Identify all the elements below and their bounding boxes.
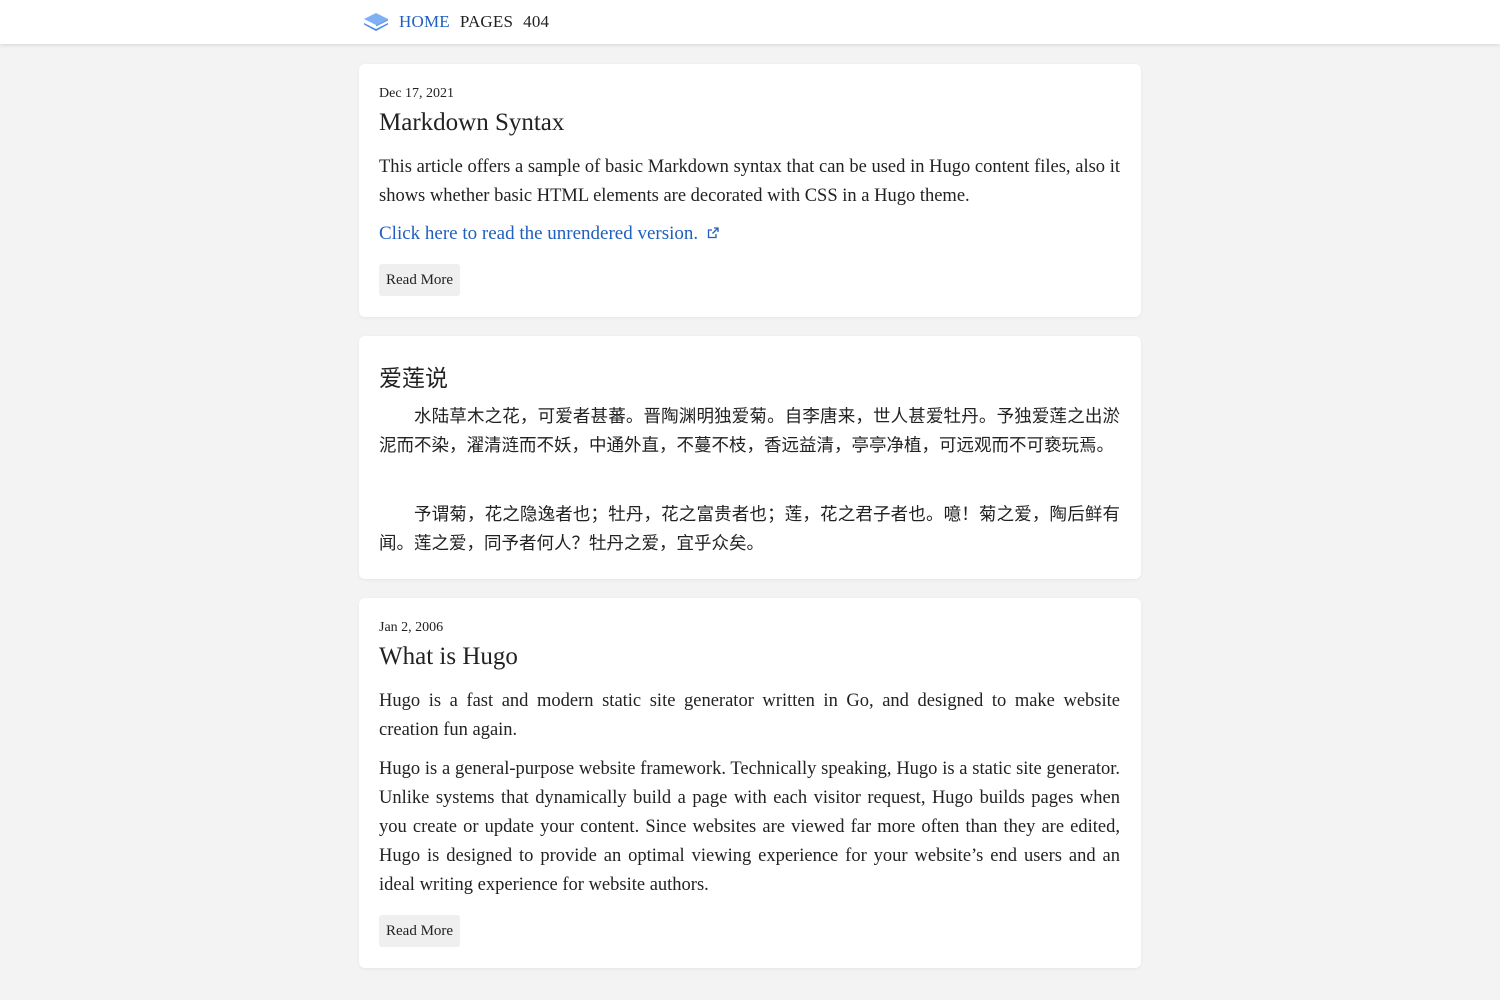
post-paragraph: Hugo is a general-purpose website framew… [379, 759, 1120, 895]
post-title[interactable]: 爱莲说 [379, 359, 448, 393]
unrendered-version-link[interactable]: Click here to read the unrendered versio… [379, 223, 719, 245]
post-paragraph: 予谓菊，花之隐逸者也；牡丹，花之富贵者也；莲，花之君子者也。噫！菊之爱，陶后鲜有… [379, 505, 1120, 554]
post-paragraph: Hugo is a fast and modern static site ge… [379, 691, 1120, 740]
post-date: Dec 17, 2021 [379, 86, 455, 101]
read-more-button[interactable]: Read More [379, 264, 461, 296]
post-card-markdown-syntax: Dec 17, 2021 Markdown Syntax This articl… [359, 64, 1141, 317]
read-more-button[interactable]: Read More [379, 915, 461, 947]
link-text: Click here to read the unrendered versio… [379, 223, 699, 244]
nav-404-link[interactable]: 404 [523, 12, 549, 32]
post-paragraph: 水陆草木之花，可爱者甚蕃。晋陶渊明独爱菊。自李唐来，世人甚爱牡丹。予独爱莲之出淤… [379, 407, 1120, 456]
nav-pages-link[interactable]: PAGES [460, 12, 513, 32]
post-title[interactable]: Markdown Syntax [379, 109, 564, 137]
nav-home-link[interactable]: HOME [399, 12, 450, 32]
post-card-what-is-hugo: Jan 2, 2006 What is Hugo Hugo is a fast … [359, 598, 1141, 968]
navbar-content: HOME PAGES 404 [363, 0, 559, 44]
post-title[interactable]: What is Hugo [379, 643, 518, 671]
top-navbar: HOME PAGES 404 [0, 0, 1500, 44]
external-link-icon [707, 227, 719, 239]
layers-icon[interactable] [363, 11, 389, 33]
post-card-ai-lian-shuo: 爱莲说 水陆草木之花，可爱者甚蕃。晋陶渊明独爱菊。自李唐来，世人甚爱牡丹。予独爱… [359, 336, 1141, 579]
post-summary: This article offers a sample of basic Ma… [379, 157, 1120, 206]
post-date: Jan 2, 2006 [379, 620, 444, 635]
